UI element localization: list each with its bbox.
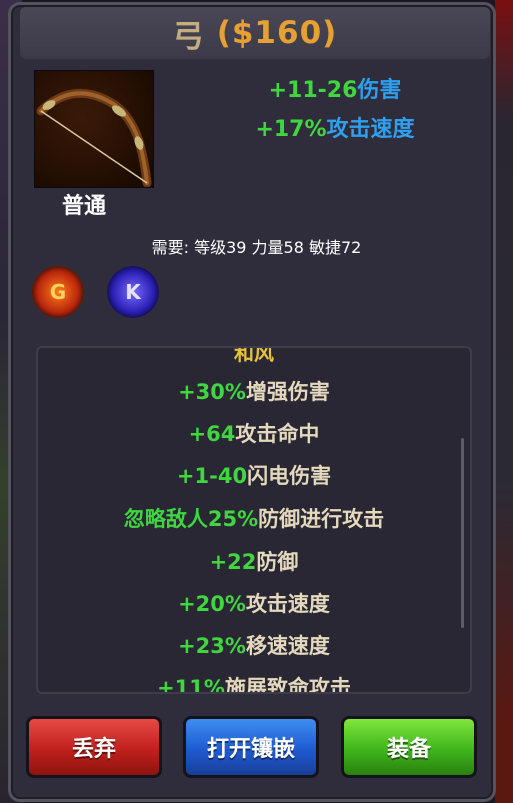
bow-icon	[34, 70, 154, 188]
fire-rune-glyph: G	[49, 280, 67, 304]
affix-line: +22防御	[38, 546, 470, 576]
affix-line: 忽略敌人25%防御进行攻击	[38, 503, 470, 533]
item-rarity: 普通	[62, 194, 107, 219]
affix-value: 忽略敌人25%	[123, 507, 259, 531]
affix-line: +30%增强伤害	[38, 376, 470, 406]
stat-damage-label: 伤害	[357, 78, 402, 103]
item-price: ($160)	[216, 15, 338, 51]
item-requirements: 需要: 等级39 力量58 敏捷72	[151, 238, 362, 257]
stat-damage-value: +11-26	[268, 78, 358, 103]
affix-value: +11%	[157, 676, 225, 694]
open-socket-button[interactable]: 打开镶嵌	[183, 716, 319, 778]
discard-button[interactable]: 丢弃	[26, 716, 162, 778]
affix-set-title: 和风	[234, 346, 274, 365]
affix-value: +20%	[178, 592, 246, 616]
affix-line: +23%移速速度	[38, 630, 470, 660]
affix-value: +30%	[178, 380, 246, 404]
item-name: 弓	[172, 18, 205, 55]
stat-damage: +11-26伤害	[170, 72, 500, 104]
affix-value: +23%	[178, 634, 246, 658]
item-title-bar: 弓 ($160)	[20, 7, 490, 59]
affix-line: +1-40闪电伤害	[38, 460, 470, 490]
affix-text: 攻击命中	[235, 422, 320, 446]
equip-button[interactable]: 装备	[341, 716, 477, 778]
affix-line: +64攻击命中	[38, 418, 470, 448]
stat-attack-speed-value: +17%	[255, 117, 327, 142]
affix-text: 移速速度	[245, 634, 330, 658]
fire-rune-gem-icon[interactable]: G	[32, 266, 84, 318]
affix-line: +20%攻击速度	[38, 588, 470, 618]
affix-text: 攻击速度	[245, 592, 330, 616]
affix-value: +1-40	[176, 464, 248, 488]
affix-text: 增强伤害	[245, 380, 330, 404]
affix-value: +22	[209, 550, 257, 574]
stat-attack-speed-label: 攻击速度	[326, 117, 415, 142]
affix-text: 施展致命攻击	[224, 676, 351, 694]
affix-value: +64	[188, 422, 236, 446]
affix-line: +11%施展致命攻击	[38, 672, 470, 694]
affix-list[interactable]: 和风 +30%增强伤害 +64攻击命中 +1-40闪电伤害 忽略敌人25%防御进…	[36, 346, 472, 694]
lightning-rune-glyph: K	[125, 280, 141, 304]
affix-text: 防御进行攻击	[258, 507, 385, 531]
affix-scrollbar[interactable]	[461, 438, 464, 628]
lightning-rune-gem-icon[interactable]: K	[107, 266, 159, 318]
stat-attack-speed: +17%攻击速度	[170, 111, 500, 143]
affix-text: 闪电伤害	[247, 464, 332, 488]
affix-text: 防御	[256, 550, 299, 574]
